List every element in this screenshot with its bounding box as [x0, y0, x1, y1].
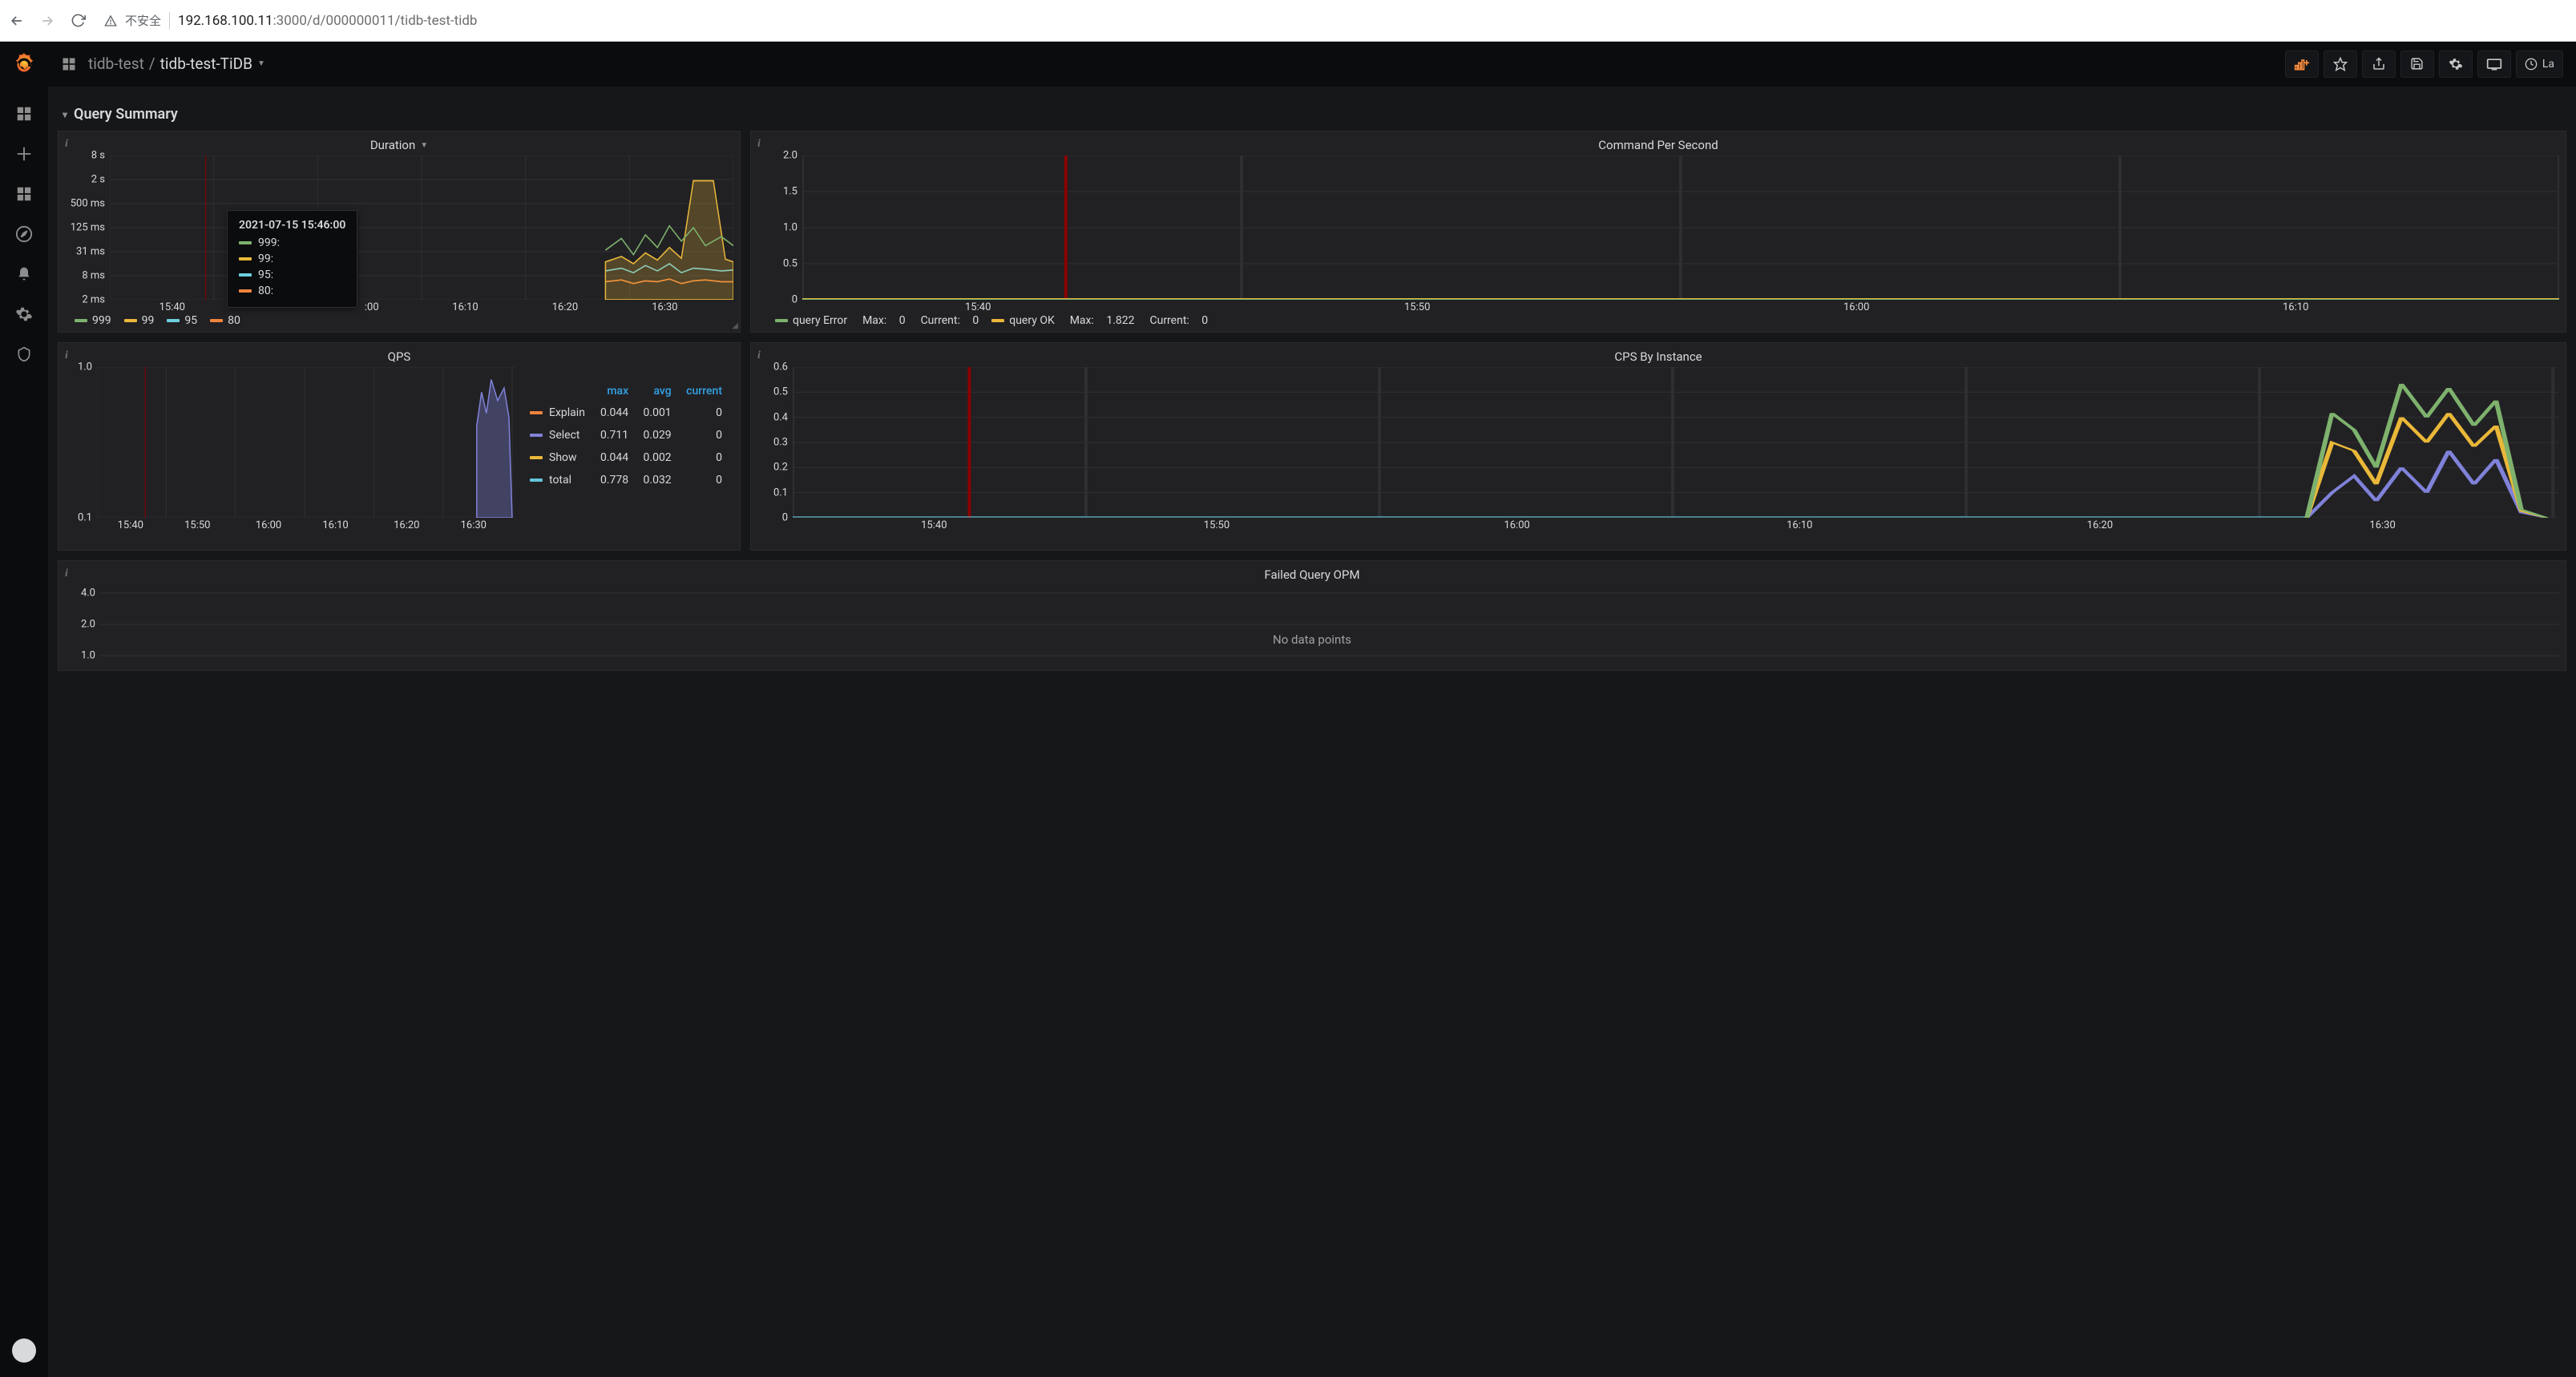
panel-info-icon[interactable]: i [65, 138, 68, 151]
duration-y-axis: 8 s 2 s 500 ms 125 ms 31 ms 8 ms 2 ms [65, 155, 110, 300]
legend-item[interactable]: 999 [75, 314, 111, 327]
cps-plot[interactable] [802, 155, 2559, 300]
failed-plot[interactable] [100, 585, 2559, 664]
panel-info-icon[interactable]: i [65, 567, 68, 580]
qps-y-axis: 1.0 0.1 [65, 367, 97, 518]
user-avatar[interactable] [12, 1339, 36, 1363]
cpsinst-x-axis: 15:40 15:50 16:00 16:10 16:20 16:30 [793, 519, 2559, 535]
legend-item[interactable]: 95 [167, 314, 197, 327]
share-dashboard-button[interactable] [2362, 50, 2396, 78]
config-gear-icon[interactable] [14, 305, 34, 324]
cycle-view-button[interactable] [2477, 50, 2511, 78]
table-row[interactable]: total0.7780.0320 [523, 470, 729, 491]
cpsinst-plot[interactable] [793, 367, 2559, 518]
panel-info-icon[interactable]: i [757, 138, 761, 151]
nav-reload-button[interactable] [69, 12, 87, 30]
url-path: :3000/d/000000011/tidb-test-tidb [273, 13, 478, 29]
side-nav [0, 42, 48, 1377]
time-range-button[interactable]: La [2516, 50, 2563, 78]
panel-qps[interactable]: i QPS 1.0 0.1 [58, 342, 741, 551]
nodata-label: No data points [1273, 632, 1351, 647]
panel-duration[interactable]: i Duration ▼ 8 s 2 s 500 ms 125 ms 31 ms … [58, 131, 741, 333]
dashboards-icon[interactable] [14, 184, 34, 204]
panel-title-text: Duration [370, 138, 415, 152]
dashboard-settings-button[interactable] [2439, 50, 2473, 78]
star-dashboard-button[interactable] [2324, 50, 2357, 78]
cpsinst-y-axis: 0.6 0.5 0.4 0.3 0.2 0.1 0 [757, 367, 793, 518]
panel-title-text: CPS By Instance [1614, 349, 1702, 364]
hover-tooltip: 2021-07-15 15:46:00 999: 99: 95: 80: [227, 210, 357, 308]
legend-item[interactable]: 80 [210, 314, 240, 327]
duration-legend[interactable]: 999 99 95 80 [75, 314, 733, 327]
url-host: 192.168.100.11 [178, 13, 273, 29]
alerting-bell-icon[interactable] [14, 264, 34, 284]
dashboard-topbar: tidb-test / tidb-test-TiDB ▼ [48, 42, 2576, 87]
panel-failed-query[interactable]: i Failed Query OPM 4.0 2.0 1.0 [58, 560, 2566, 671]
legend-item[interactable]: query OK Max: 1.822 Current: 0 [991, 314, 1208, 327]
panel-title-text: Command Per Second [1598, 138, 1718, 152]
panel-cps[interactable]: i Command Per Second 2.0 1.5 1.0 0.5 0 [750, 131, 2566, 333]
qps-plot[interactable] [97, 367, 515, 518]
insecure-label: 不安全 [125, 12, 161, 29]
admin-shield-icon[interactable] [14, 345, 34, 364]
breadcrumb-current[interactable]: tidb-test-TiDB [160, 55, 252, 73]
panel-cps-instance[interactable]: i CPS By Instance 0.6 0.5 0.4 0.3 0.2 0.… [750, 342, 2566, 551]
cps-legend[interactable]: query Error Max: 0 Current: 0 query OK M… [775, 314, 2559, 327]
save-dashboard-button[interactable] [2400, 50, 2434, 78]
breadcrumb-parent[interactable]: tidb-test [88, 55, 144, 73]
failed-y-axis: 4.0 2.0 1.0 [65, 585, 100, 664]
address-bar[interactable]: 不安全 192.168.100.11:3000/d/000000011/tidb… [99, 12, 2568, 30]
browser-chrome: 不安全 192.168.100.11:3000/d/000000011/tidb… [0, 0, 2576, 42]
nav-forward-button[interactable] [38, 12, 56, 30]
grafana-logo-icon[interactable] [10, 51, 38, 79]
breadcrumb[interactable]: tidb-test / tidb-test-TiDB ▼ [88, 55, 265, 73]
row-header[interactable]: ▾ Query Summary [58, 95, 2566, 131]
cps-y-axis: 2.0 1.5 1.0 0.5 0 [757, 155, 802, 300]
panel-title-text: Failed Query OPM [1264, 567, 1359, 582]
qps-legend-table[interactable]: maxavgcurrent Explain0.0440.0010 Select0… [522, 380, 730, 492]
panel-title-text: QPS [388, 349, 411, 364]
dashboard-grid-icon [61, 56, 77, 72]
table-row[interactable]: Show0.0440.0020 [523, 447, 729, 468]
chevron-down-icon: ▼ [257, 59, 265, 68]
legend-item[interactable]: 99 [124, 314, 155, 327]
panel-info-icon[interactable]: i [757, 349, 761, 362]
explore-compass-icon[interactable] [14, 224, 34, 244]
nav-back-button[interactable] [8, 12, 26, 30]
table-row[interactable]: Explain0.0440.0010 [523, 402, 729, 423]
chevron-down-icon[interactable]: ▼ [420, 141, 428, 150]
row-title: Query Summary [74, 106, 178, 123]
panel-info-icon[interactable]: i [65, 349, 68, 362]
duration-plot[interactable] [110, 155, 733, 300]
search-dashboard-icon[interactable] [14, 104, 34, 123]
table-row[interactable]: Select0.7110.0290 [523, 425, 729, 446]
insecure-warning-icon [104, 14, 117, 27]
legend-item[interactable]: query Error Max: 0 Current: 0 [775, 314, 979, 327]
chevron-down-icon: ▾ [63, 109, 67, 120]
qps-x-axis: 15:40 15:50 16:00 16:10 16:20 16:30 [97, 519, 515, 535]
create-plus-icon[interactable] [14, 144, 34, 164]
add-panel-button[interactable] [2285, 50, 2319, 78]
dashboard-content: ▾ Query Summary i Duration ▼ 8 s 2 s 500 … [48, 87, 2576, 1377]
